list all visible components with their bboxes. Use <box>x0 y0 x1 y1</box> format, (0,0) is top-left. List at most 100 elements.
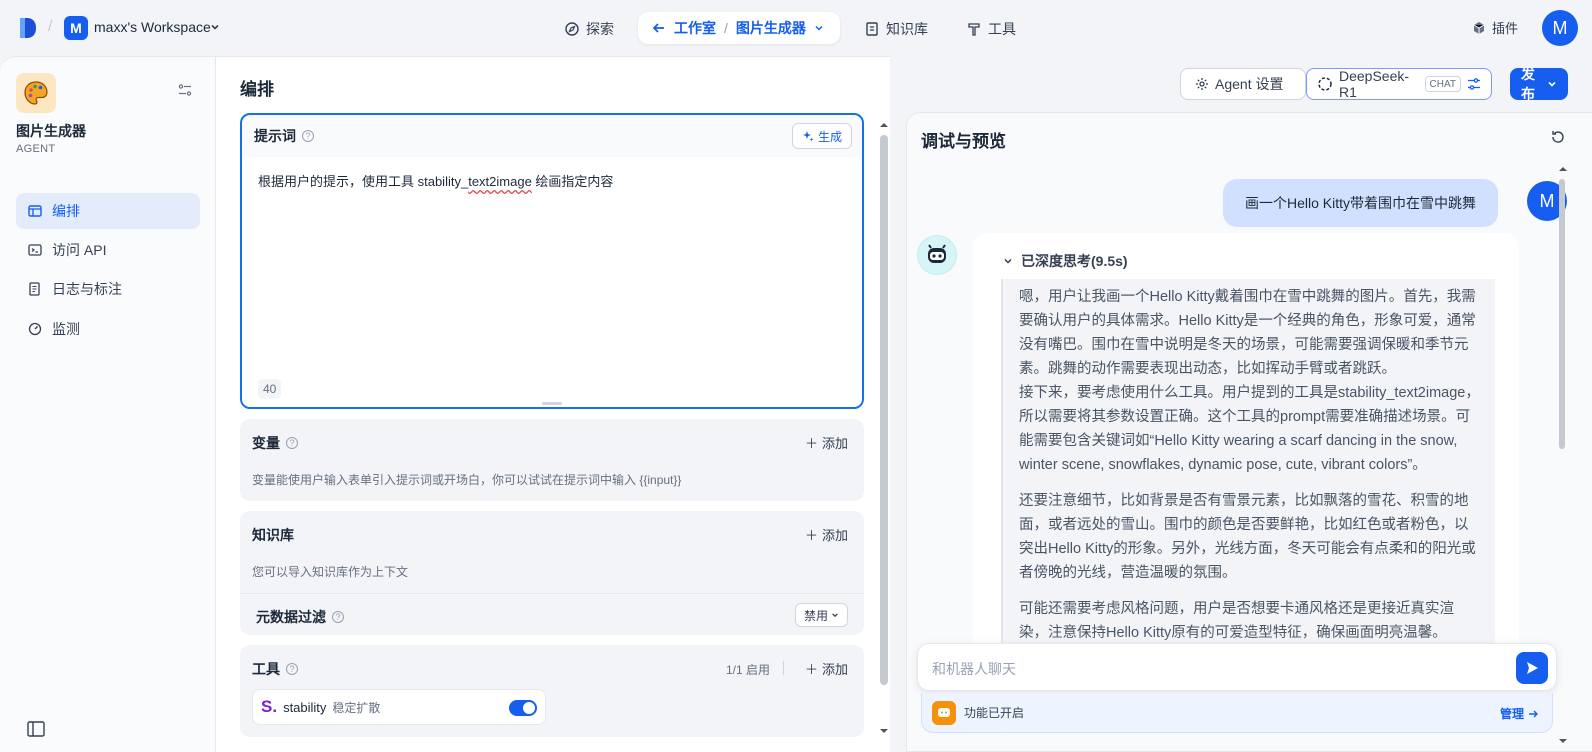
help-icon[interactable]: ? <box>286 663 298 675</box>
plugin-link[interactable]: 插件 <box>1472 18 1518 37</box>
sidebar-item-logs[interactable]: 日志与标注 <box>16 271 200 307</box>
add-knowledge-button[interactable]: ＋ 添加 <box>805 525 848 544</box>
nav-studio[interactable]: 工作室 / 图片生成器 <box>638 12 840 44</box>
nav-knowledge[interactable]: 知识库 <box>864 14 928 44</box>
scrollbar[interactable] <box>880 135 888 685</box>
app-name: 图片生成器 <box>16 123 86 139</box>
divider <box>783 661 784 675</box>
nav-tools[interactable]: 工具 <box>966 14 1016 44</box>
resize-handle[interactable] <box>542 402 562 405</box>
model-type-tag: CHAT <box>1424 76 1461 92</box>
tools-card: 工具 ? 1/1 启用 ＋ 添加 S. stability 稳定扩散 <box>240 645 864 737</box>
scroll-down-icon[interactable] <box>1558 737 1568 745</box>
help-icon[interactable]: ? <box>332 611 344 623</box>
publish-label: 发布 <box>1521 66 1535 102</box>
gear-icon <box>1195 77 1209 91</box>
nav-studio-label[interactable]: 工作室 <box>674 18 716 38</box>
manage-label: 管理 <box>1499 707 1524 721</box>
file-list-icon <box>28 282 42 296</box>
tools-title: 工具 ? <box>252 659 298 679</box>
agent-settings-button[interactable]: Agent 设置 <box>1180 68 1306 100</box>
model-selector-button[interactable]: DeepSeek-R1 CHAT <box>1306 68 1492 100</box>
metadata-filter-value: 禁用 <box>803 608 828 623</box>
feature-status-label: 功能已开启 <box>964 706 1025 720</box>
generate-prompt-button[interactable]: 生成 <box>791 123 852 149</box>
app-type-label: AGENT <box>16 143 56 155</box>
help-icon[interactable]: ? <box>302 130 314 142</box>
plus-icon: ＋ <box>804 528 818 543</box>
add-label: 添加 <box>821 528 848 543</box>
chat-input-box[interactable]: 和机器人聊天 <box>917 643 1557 691</box>
add-tool-button[interactable]: ＋ 添加 <box>805 659 848 678</box>
arrow-left-icon[interactable] <box>652 21 666 35</box>
scroll-down-icon[interactable] <box>879 727 889 735</box>
nav-explore-label: 探索 <box>586 21 614 37</box>
scroll-up-icon[interactable] <box>1558 165 1568 173</box>
variables-title: 变量 ? <box>252 433 298 453</box>
prompt-label: 提示词 <box>254 128 296 144</box>
debug-title: 调试与预览 <box>921 132 1006 151</box>
divider <box>240 593 864 594</box>
app-sidebar: 图片生成器 AGENT 编排 访问 API 日志与标注 监测 <box>0 56 216 752</box>
prompt-text-part: 根据用户的提示，使用工具 stability_ <box>258 174 469 189</box>
metadata-filter-title: 元数据过滤 ? <box>256 607 344 627</box>
layout-icon <box>28 204 42 218</box>
sidebar-item-label: 访问 API <box>52 242 107 258</box>
add-label: 添加 <box>821 436 848 451</box>
manage-features-link[interactable]: 管理 <box>1500 705 1538 722</box>
tool-enable-toggle[interactable] <box>509 700 537 716</box>
nav-tools-label: 工具 <box>988 21 1016 37</box>
prompt-text[interactable]: 根据用户的提示，使用工具 stability_text2image 绘画指定内容 <box>258 171 613 190</box>
dify-logo-icon[interactable] <box>18 16 38 40</box>
chat-bubble-icon <box>932 700 956 725</box>
add-variable-button[interactable]: ＋ 添加 <box>805 433 848 452</box>
stability-logo-icon: S. <box>261 697 278 716</box>
refresh-icon[interactable] <box>1550 129 1566 145</box>
sparkle-icon <box>802 130 814 142</box>
add-label: 添加 <box>821 662 848 677</box>
character-count-badge: 40 <box>258 379 282 399</box>
feature-status-bar: 功能已开启 管理 <box>921 693 1553 733</box>
publish-button[interactable]: 发布 <box>1510 66 1568 102</box>
bot-avatar-icon <box>917 235 957 275</box>
breadcrumb-separator: / <box>724 20 728 36</box>
knowledge-description: 您可以导入知识库作为上下文 <box>252 565 409 579</box>
tool-item-stability[interactable]: S. stability 稳定扩散 <box>252 689 546 725</box>
sliders-icon[interactable] <box>1467 77 1481 91</box>
sidebar-collapse-icon[interactable] <box>27 721 45 737</box>
sidebar-item-monitoring[interactable]: 监测 <box>16 311 200 347</box>
tool-name: stability <box>283 699 327 715</box>
nav-explore[interactable]: 探索 <box>564 14 614 44</box>
sidebar-item-api[interactable]: 访问 API <box>16 232 200 268</box>
scroll-up-icon[interactable] <box>879 121 889 129</box>
chat-input-placeholder[interactable]: 和机器人聊天 <box>932 659 1016 679</box>
prompt-text-misspelled: text2image <box>468 174 532 189</box>
thinking-paragraph: 还要注意细节，比如背景是否有雪景元素，比如飘落的雪花、积雪的地面，或者远处的雪山… <box>1019 493 1476 581</box>
sidebar-item-orchestrate[interactable]: 编排 <box>16 193 200 229</box>
top-navigation-bar: / M maxx's Workspace 探索 工作室 / 图片生成器 知识库 … <box>0 0 1592 56</box>
user-avatar[interactable]: M <box>1542 10 1578 46</box>
prompt-textarea[interactable]: 根据用户的提示，使用工具 stability_text2image 绘画指定内容… <box>242 157 862 407</box>
help-icon[interactable]: ? <box>286 437 298 449</box>
knowledge-label: 知识库 <box>252 527 294 543</box>
chevron-down-icon[interactable] <box>814 23 824 33</box>
agent-settings-label: Agent 设置 <box>1215 76 1284 92</box>
chevron-down-icon <box>1547 79 1557 89</box>
app-settings-icon[interactable] <box>178 83 192 97</box>
thinking-paragraph: 嗯，用户让我画一个Hello Kitty戴着围巾在雪中跳舞的图片。首先，我需要确… <box>1019 289 1480 473</box>
chevron-down-icon[interactable] <box>210 22 220 32</box>
model-name: DeepSeek-R1 <box>1339 68 1410 100</box>
workspace-name[interactable]: maxx's Workspace <box>94 19 211 35</box>
scrollbar[interactable] <box>1559 179 1565 449</box>
app-switcher-label[interactable]: 图片生成器 <box>736 18 806 38</box>
send-button[interactable] <box>1516 652 1548 684</box>
user-message-bubble: 画一个Hello Kitty带着围巾在雪中跳舞 <box>1223 179 1499 227</box>
chevron-down-icon <box>831 611 839 619</box>
workspace-avatar[interactable]: M <box>64 16 88 40</box>
metadata-filter-label: 元数据过滤 <box>256 609 326 625</box>
sidebar-item-label: 编排 <box>52 203 80 219</box>
metadata-filter-select[interactable]: 禁用 <box>794 603 848 627</box>
palette-icon <box>16 73 56 113</box>
tools-label: 工具 <box>252 661 280 677</box>
thinking-toggle[interactable]: 已深度思考(9.5s) <box>1003 251 1128 271</box>
